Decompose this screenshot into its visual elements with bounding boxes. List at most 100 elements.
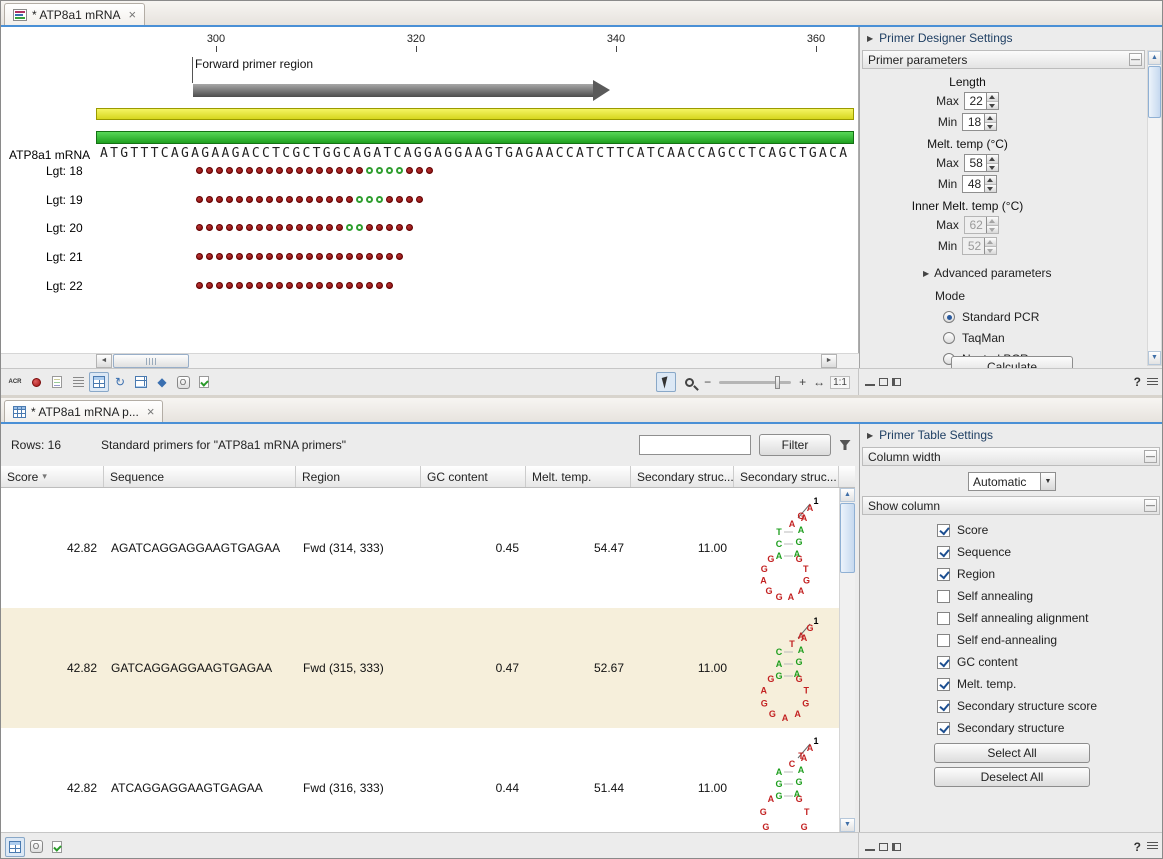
scroll-down-button[interactable]: ▼ <box>840 818 855 832</box>
panel-menu-icon[interactable] <box>1147 378 1158 387</box>
column-header[interactable]: Secondary struc... <box>734 466 839 487</box>
collapse-group-icon[interactable]: — <box>1129 53 1142 66</box>
expand-arrow-icon[interactable]: ▶ <box>867 431 873 440</box>
column-width-select[interactable]: Automatic ▼ <box>968 472 1056 491</box>
validation-report-icon[interactable] <box>47 837 67 857</box>
filter-button[interactable]: Filter <box>759 434 831 456</box>
close-tab-icon[interactable]: × <box>128 10 136 20</box>
dna-sequence[interactable]: ATGTTTCAGAGAAGACCTCGCTGGCAGATCAGGAGGAAGT… <box>100 146 849 161</box>
calculate-button[interactable]: Calculate <box>951 356 1073 368</box>
show-column-option[interactable]: Self end-annealing <box>937 633 1163 647</box>
scroll-up-button[interactable]: ▲ <box>1148 51 1161 65</box>
column-header[interactable]: Region <box>296 466 421 487</box>
spinner-up-icon[interactable] <box>985 176 996 185</box>
show-column-option[interactable]: Secondary structure score <box>937 699 1163 713</box>
annotation-bar-green[interactable] <box>96 131 854 144</box>
circular-view-icon[interactable]: ↻ <box>110 372 130 392</box>
filter-input[interactable] <box>639 435 751 455</box>
horizontal-scrollbar-thumb[interactable] <box>113 354 189 368</box>
show-column-checkbox[interactable] <box>937 634 950 647</box>
show-column-header[interactable]: Show column — <box>862 496 1160 515</box>
primer-parameters-header[interactable]: Primer parameters — <box>862 50 1145 69</box>
show-column-option[interactable]: Secondary structure <box>937 721 1163 735</box>
show-column-option[interactable]: Sequence <box>937 545 1163 559</box>
show-column-option[interactable]: Melt. temp. <box>937 677 1163 691</box>
zoom-slider-handle[interactable] <box>775 376 780 389</box>
select-all-button[interactable]: Select All <box>934 743 1090 763</box>
graphical-view-icon[interactable] <box>89 372 109 392</box>
red-dot-icon[interactable] <box>26 372 46 392</box>
scrollbar-thumb[interactable] <box>840 503 855 573</box>
dock-panel-icon[interactable] <box>892 378 901 386</box>
scroll-right-button[interactable]: ► <box>821 354 837 368</box>
show-column-option[interactable]: Region <box>937 567 1163 581</box>
scroll-up-button[interactable]: ▲ <box>840 488 855 502</box>
table-scrollbar[interactable]: ▲ ▼ <box>839 488 855 832</box>
zoom-100-button[interactable]: 1:1 <box>830 376 850 389</box>
sequence-view[interactable]: 300320340360 Forward primer region ATP8a… <box>1 27 859 353</box>
text-view-icon[interactable] <box>68 372 88 392</box>
column-header[interactable]: GC content <box>421 466 526 487</box>
deselect-all-button[interactable]: Deselect All <box>934 767 1090 787</box>
primer-table-row[interactable]: 42.82GATCAGGAGGAAGTGAGAAFwd (315, 333)0.… <box>1 608 839 728</box>
melt-temp-min-spinner[interactable]: 48 <box>962 175 997 193</box>
help-icon[interactable]: ? <box>1132 840 1143 854</box>
melt-temp-max-spinner[interactable]: 58 <box>964 154 999 172</box>
float-panel-icon[interactable] <box>879 378 888 386</box>
show-column-checkbox[interactable] <box>937 612 950 625</box>
show-column-option[interactable]: Score <box>937 523 1163 537</box>
horizontal-scrollbar[interactable]: ◄ ► <box>1 353 859 368</box>
tab-primer-table[interactable]: * ATP8a1 mRNA p... × <box>4 400 163 422</box>
column-header[interactable]: Melt. temp. <box>526 466 631 487</box>
dock-panel-icon[interactable] <box>892 843 901 851</box>
minimize-panel-icon[interactable] <box>865 378 875 386</box>
spinner-up-icon[interactable] <box>987 155 998 164</box>
show-column-checkbox[interactable] <box>937 590 950 603</box>
show-column-checkbox[interactable] <box>937 722 950 735</box>
help-icon[interactable]: ? <box>1132 375 1143 389</box>
close-tab-icon[interactable]: × <box>147 407 155 417</box>
advanced-parameters-toggle[interactable]: ▶ Advanced parameters <box>923 266 1075 280</box>
float-panel-icon[interactable] <box>879 843 888 851</box>
length-max-spinner[interactable]: 22 <box>964 92 999 110</box>
validation-report-icon[interactable] <box>194 372 214 392</box>
forward-primer-region-arrow[interactable] <box>193 84 593 97</box>
show-column-checkbox[interactable] <box>937 546 950 559</box>
dropdown-arrow-icon[interactable]: ▼ <box>1040 473 1055 490</box>
collapse-group-icon[interactable]: — <box>1144 450 1157 463</box>
primer-table-row[interactable]: 42.82AGATCAGGAGGAAGTGAGAAFwd (314, 333)0… <box>1 488 839 608</box>
panel-menu-icon[interactable] <box>1147 842 1158 851</box>
fit-width-icon[interactable]: ↔ <box>811 375 827 389</box>
zoom-tool-icon[interactable] <box>679 372 699 392</box>
mode-option[interactable]: Standard PCR <box>943 310 1075 324</box>
column-header[interactable]: Score▾ <box>1 466 104 487</box>
spinner-up-icon[interactable] <box>985 114 996 123</box>
split-view-icon[interactable] <box>131 372 151 392</box>
tab-sequence-view[interactable]: * ATP8a1 mRNA × <box>4 3 145 25</box>
show-column-option[interactable]: Self annealing <box>937 589 1163 603</box>
show-column-checkbox[interactable] <box>937 678 950 691</box>
selection-tool-icon[interactable] <box>656 372 676 392</box>
mode-radio[interactable] <box>943 332 955 344</box>
expand-arrow-icon[interactable]: ▶ <box>867 34 873 43</box>
mode-radio[interactable] <box>943 311 955 323</box>
show-column-checkbox[interactable] <box>937 700 950 713</box>
annotation-table-icon[interactable] <box>47 372 67 392</box>
origin-marker-icon[interactable]: O <box>173 372 193 392</box>
mode-option[interactable]: TaqMan <box>943 331 1075 345</box>
show-column-option[interactable]: Self annealing alignment <box>937 611 1163 625</box>
scrollbar-thumb[interactable] <box>1148 66 1161 118</box>
advanced-filter-icon[interactable] <box>836 436 854 454</box>
scroll-down-button[interactable]: ▼ <box>1148 351 1161 365</box>
show-column-checkbox[interactable] <box>937 524 950 537</box>
dot-plot-icon[interactable]: ◆ <box>152 372 172 392</box>
scroll-left-button[interactable]: ◄ <box>96 354 112 368</box>
primer-table-row[interactable]: 42.82ATCAGGAGGAAGTGAGAAFwd (316, 333)0.4… <box>1 728 839 832</box>
show-column-checkbox[interactable] <box>937 568 950 581</box>
show-column-checkbox[interactable] <box>937 656 950 669</box>
annotation-bar-yellow[interactable] <box>96 108 854 120</box>
zoom-slider[interactable] <box>719 381 791 384</box>
table-view-icon[interactable] <box>5 837 25 857</box>
column-header[interactable]: Sequence <box>104 466 296 487</box>
length-min-spinner[interactable]: 18 <box>962 113 997 131</box>
